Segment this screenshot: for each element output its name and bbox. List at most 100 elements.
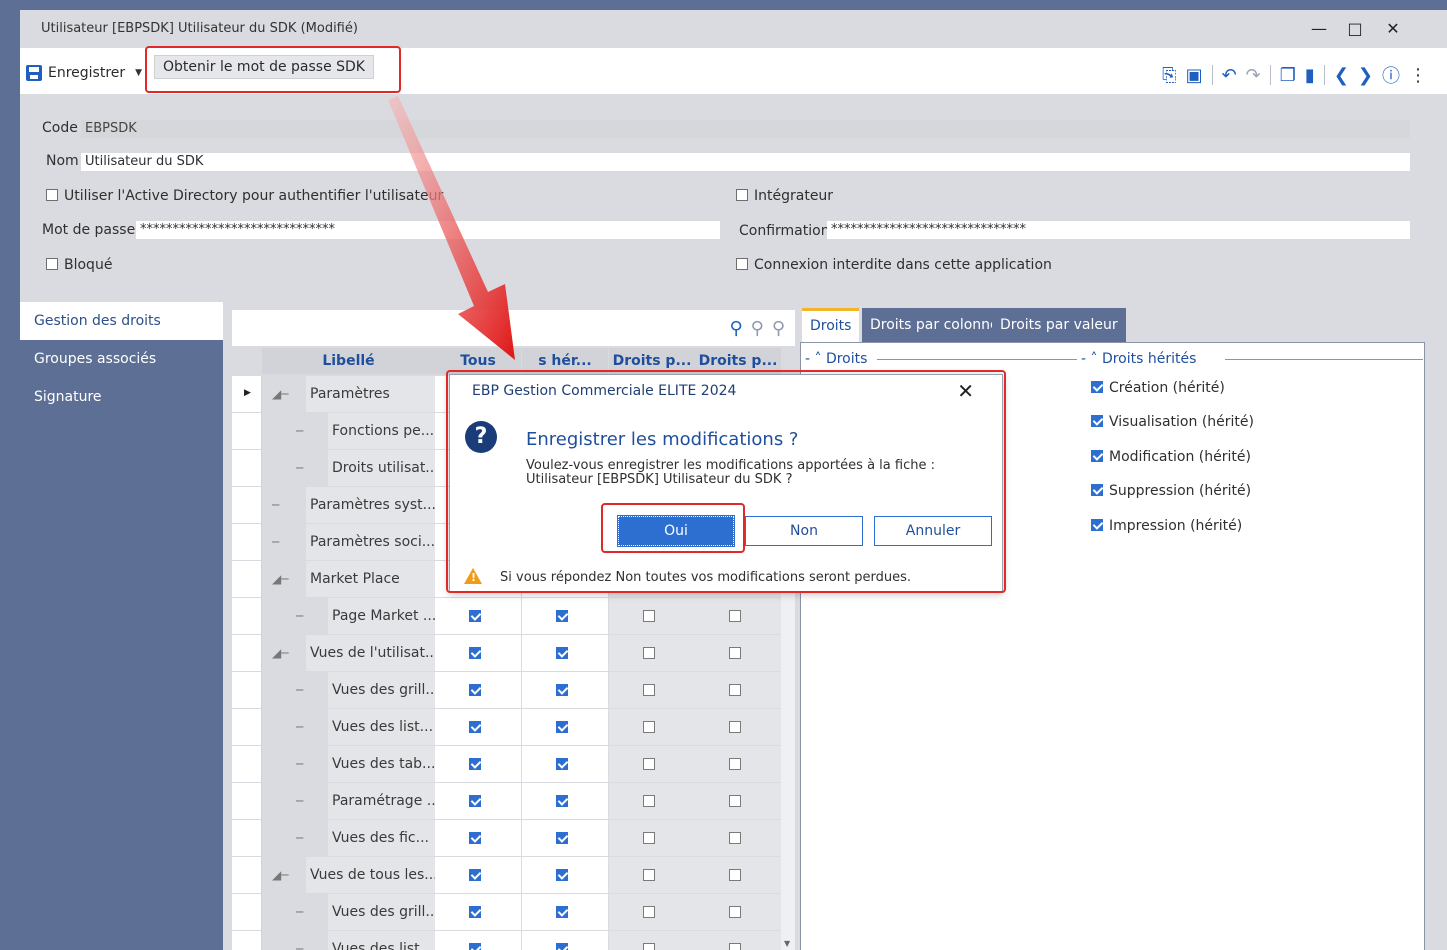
checkbox-icon[interactable]	[643, 721, 655, 733]
tree-row[interactable]: ─ Vues des tab...	[232, 746, 795, 783]
droits-group-title[interactable]: - ˄ Droits	[805, 351, 867, 367]
permission-cell[interactable]	[695, 598, 781, 634]
checkbox-checked-icon[interactable]	[556, 647, 568, 659]
maximize-icon[interactable]: □	[1340, 16, 1370, 42]
permission-cell[interactable]	[695, 746, 781, 782]
checkbox-icon[interactable]	[729, 610, 741, 622]
tree-row[interactable]: ─ Vues des grill...	[232, 672, 795, 709]
confirmation-field[interactable]: ******************************	[827, 221, 1410, 239]
permission-cell[interactable]	[522, 894, 608, 930]
checkbox-icon[interactable]	[643, 610, 655, 622]
chevron-down-icon[interactable]: ▼	[135, 68, 142, 78]
integrateur-checkbox[interactable]: Intégrateur	[736, 188, 833, 204]
tab-droits[interactable]: Droits	[802, 308, 860, 342]
row-selector[interactable]	[232, 783, 262, 819]
redo-icon[interactable]: ↷	[1246, 65, 1261, 86]
print-icon[interactable]: ⎘	[1162, 65, 1176, 86]
permission-cell[interactable]	[435, 598, 521, 634]
permission-cell[interactable]	[522, 709, 608, 745]
permission-cell[interactable]	[609, 783, 695, 819]
permission-cell[interactable]	[609, 931, 695, 950]
tab-droits-par-valeur[interactable]: Droits par valeur	[992, 308, 1126, 342]
checkbox-icon[interactable]	[643, 647, 655, 659]
permission-cell[interactable]	[695, 894, 781, 930]
tree-row[interactable]: ◢─ Vues de l'utilisat...	[232, 635, 795, 672]
checkbox-icon[interactable]	[643, 943, 655, 950]
checkbox-icon[interactable]	[729, 684, 741, 696]
row-selector[interactable]: ▶	[232, 376, 262, 412]
permission-cell[interactable]	[435, 783, 521, 819]
permission-cell[interactable]	[695, 820, 781, 856]
row-selector[interactable]	[232, 598, 262, 634]
checkbox-icon[interactable]	[729, 795, 741, 807]
delete-icon[interactable]: ▮	[1305, 65, 1315, 86]
permission-cell[interactable]	[522, 931, 608, 950]
next-icon[interactable]: ❯	[1358, 65, 1373, 86]
checkbox-checked-icon[interactable]	[556, 832, 568, 844]
tree-row[interactable]: ─ Paramétrage ...	[232, 783, 795, 820]
row-selector[interactable]	[232, 450, 262, 486]
checkbox-checked-icon[interactable]	[556, 943, 568, 950]
permission-cell[interactable]	[435, 894, 521, 930]
save-button[interactable]: Enregistrer ▼	[26, 65, 142, 81]
connexion-interdite-checkbox[interactable]: Connexion interdite dans cette applicati…	[736, 257, 1052, 273]
permission-cell[interactable]	[609, 672, 695, 708]
permission-cell[interactable]	[695, 783, 781, 819]
permission-cell[interactable]	[435, 709, 521, 745]
checkbox-icon[interactable]	[729, 758, 741, 770]
permission-cell[interactable]	[695, 672, 781, 708]
permission-cell[interactable]	[695, 857, 781, 893]
permission-cell[interactable]	[609, 746, 695, 782]
active-directory-checkbox[interactable]: Utiliser l'Active Directory pour authent…	[46, 188, 443, 204]
checkbox-icon[interactable]	[643, 795, 655, 807]
permission-cell[interactable]	[522, 746, 608, 782]
checkbox-checked-icon[interactable]	[556, 795, 568, 807]
checkbox-checked-icon[interactable]	[469, 906, 481, 918]
checkbox-icon[interactable]	[643, 684, 655, 696]
tree-row[interactable]: ◢─ Vues de tous les...	[232, 857, 795, 894]
checkbox-checked-icon[interactable]	[469, 943, 481, 950]
close-icon[interactable]: ✕	[1378, 16, 1408, 42]
permission-cell[interactable]	[435, 672, 521, 708]
permission-cell[interactable]	[435, 746, 521, 782]
checkbox-checked-icon[interactable]	[469, 795, 481, 807]
checkbox-checked-icon[interactable]	[469, 832, 481, 844]
checkbox-checked-icon[interactable]	[556, 684, 568, 696]
permission-cell[interactable]	[695, 931, 781, 950]
row-selector[interactable]	[232, 857, 262, 893]
tree-row[interactable]: ─ Page Market ...	[232, 598, 795, 635]
permission-cell[interactable]	[695, 635, 781, 671]
row-selector[interactable]	[232, 894, 262, 930]
checkbox-icon[interactable]	[643, 758, 655, 770]
permission-cell[interactable]	[522, 820, 608, 856]
checkbox-icon[interactable]	[729, 869, 741, 881]
print-preview-icon[interactable]: ▣	[1186, 65, 1203, 86]
permission-cell[interactable]	[435, 931, 521, 950]
tab-droits-par-colonne[interactable]: Droits par colonne	[862, 308, 1007, 342]
tree-row[interactable]: ─ Vues des grill...	[232, 894, 795, 931]
checkbox-checked-icon[interactable]	[556, 721, 568, 733]
row-selector[interactable]	[232, 635, 262, 671]
row-selector[interactable]	[232, 672, 262, 708]
row-selector[interactable]	[232, 931, 262, 950]
checkbox-checked-icon[interactable]	[556, 758, 568, 770]
permission-cell[interactable]	[522, 857, 608, 893]
previous-icon[interactable]: ❮	[1334, 65, 1349, 86]
tree-row[interactable]: ─ Vues des list...	[232, 709, 795, 746]
row-selector[interactable]	[232, 413, 262, 449]
droits-herites-group-title[interactable]: - ˄ Droits hérités	[1081, 351, 1196, 367]
permission-cell[interactable]	[609, 709, 695, 745]
search-previous-icon[interactable]: ⚲	[751, 318, 764, 339]
help-icon[interactable]: ⓘ	[1382, 62, 1400, 88]
checkbox-icon[interactable]	[729, 721, 741, 733]
checkbox-icon[interactable]	[643, 832, 655, 844]
minimize-icon[interactable]: —	[1304, 16, 1334, 42]
row-selector[interactable]	[232, 709, 262, 745]
row-selector[interactable]	[232, 746, 262, 782]
checkbox-icon[interactable]	[729, 647, 741, 659]
permission-cell[interactable]	[609, 635, 695, 671]
sidebar-item-groupes-associes[interactable]: Groupes associés	[20, 340, 223, 378]
scroll-down-icon[interactable]: ▼	[784, 939, 790, 948]
checkbox-checked-icon[interactable]	[556, 610, 568, 622]
checkbox-icon[interactable]	[729, 832, 741, 844]
